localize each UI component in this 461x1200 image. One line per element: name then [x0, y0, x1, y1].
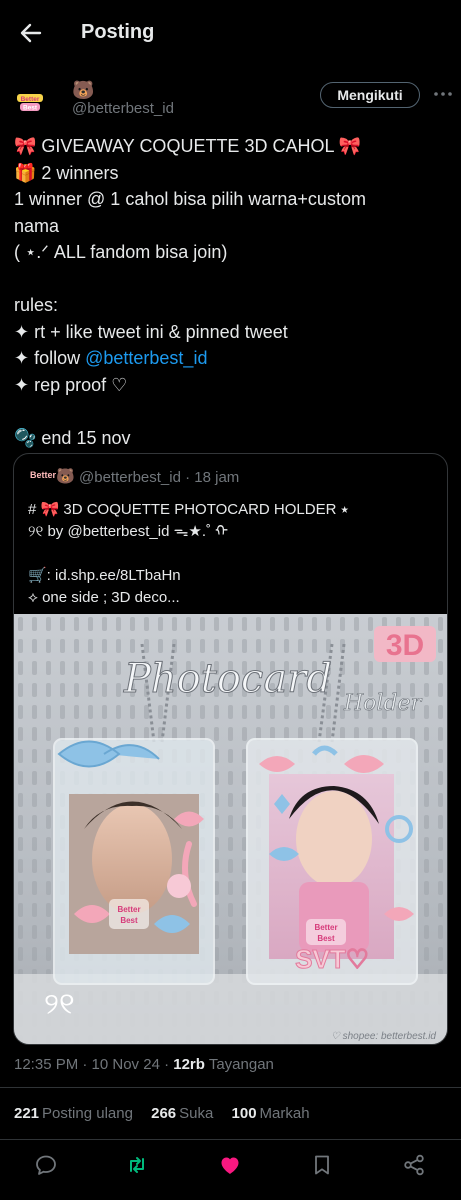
quote-line: # 🎀 3D COQUETTE PHOTOCARD HOLDER ⭑ — [28, 501, 349, 518]
author-handle[interactable]: @betterbest_id — [72, 100, 174, 117]
views-count: 12rb — [173, 1056, 205, 1073]
tweet-line: ✦ rep proof ♡ — [14, 374, 128, 395]
tweet-line: 🫧 end 15 nov — [14, 427, 131, 448]
card2-logo-text-2: Best — [317, 934, 335, 943]
tweet-line: 🎀 GIVEAWAY COQUETTE 3D CAHOL 🎀 — [14, 136, 362, 156]
reposts-stat[interactable]: 221 Posting ulang — [14, 1105, 133, 1122]
tweet-meta: 12:35 PM · 10 Nov 24 · 12rb Tayangan — [14, 1056, 274, 1073]
corner-mark-text: ୨୧ — [44, 987, 75, 1022]
tweet-line: 1 winner @ 1 cahol bisa pilih warna+cust… — [14, 189, 366, 209]
following-button[interactable]: Mengikuti — [320, 82, 420, 108]
like-icon[interactable] — [217, 1152, 243, 1178]
badge-3d-text: 3D — [386, 629, 424, 662]
quote-avatar[interactable]: Better — [30, 470, 56, 480]
avatar[interactable]: Better Best — [14, 86, 46, 118]
bookmarks-count: 100 — [231, 1105, 257, 1122]
page-title: Posting — [81, 21, 155, 43]
script-title-text: Photocard — [123, 656, 332, 702]
product-photo[interactable]: 3D Photocard Holder Better Best SVT♡ Bet… — [14, 614, 447, 1044]
quoted-tweet[interactable]: Better 🐻 @betterbest_id · 18 jam # 🎀 3D … — [13, 453, 448, 1045]
repost-icon[interactable] — [124, 1152, 150, 1178]
likes-label: Suka — [179, 1105, 214, 1122]
svt-text: SVT♡ — [295, 944, 369, 974]
tweet-spacer — [14, 398, 450, 425]
quote-text: # 🎀 3D COQUETTE PHOTOCARD HOLDER ⭑ ୨୧ by… — [28, 499, 438, 609]
likes-count: 266 — [151, 1105, 177, 1122]
views-label: Tayangan — [204, 1056, 274, 1073]
tweet-line: 🎁 2 winners — [14, 162, 119, 183]
tweet-stats: 221 Posting ulang 266 Suka 100 Markah — [14, 1105, 324, 1122]
avatar-logo-text-2: Best — [23, 105, 38, 112]
tweet-line: nama — [14, 215, 60, 236]
tweet-spacer — [14, 266, 450, 293]
card-logo-text-2: Best — [120, 916, 138, 925]
likes-stat[interactable]: 266 Suka — [151, 1105, 213, 1122]
tweet-line: ✦ rt + like tweet ini & pinned tweet — [14, 321, 288, 342]
card2-logo-text-1: Better — [314, 923, 337, 932]
share-icon[interactable] — [401, 1152, 427, 1178]
card-logo-text-1: Better — [117, 905, 140, 914]
top-bar: Posting — [0, 0, 461, 66]
quote-line: ⟡ one side ; 3D deco... — [28, 589, 180, 606]
more-options-icon[interactable] — [432, 82, 454, 106]
bookmark-icon[interactable] — [309, 1152, 335, 1178]
back-arrow-icon[interactable] — [18, 20, 44, 46]
tweet-text: 🎀 GIVEAWAY COQUETTE 3D CAHOL 🎀 🎁 2 winne… — [14, 133, 450, 451]
follow-rule-prefix: ✦ follow — [14, 348, 86, 368]
tweet-line: rules: — [14, 295, 59, 315]
quote-line: 🛒: id.shp.ee/8LTbaHn — [28, 567, 181, 584]
divider — [0, 1087, 461, 1088]
divider — [0, 1139, 461, 1140]
script-subtitle-text: Holder — [343, 691, 423, 716]
quote-name-emoji[interactable]: 🐻 — [56, 467, 75, 485]
quote-line: ୨୧ by @betterbest_id ᯓ★.˚ ᡣ — [28, 523, 229, 540]
tweet-line: ✦ follow @betterbest_id — [14, 345, 450, 372]
mention-link[interactable]: @betterbest_id — [85, 348, 207, 368]
avatar-logo-text-1: Better — [21, 96, 40, 103]
bookmarks-label: Markah — [259, 1105, 310, 1122]
watermark-text: ♡ shopee: betterbest.id — [331, 1031, 437, 1042]
author-name-emoji[interactable]: 🐻 — [72, 80, 94, 101]
timestamp[interactable]: 12:35 PM · 10 Nov 24 · — [14, 1056, 173, 1073]
quote-handle-time[interactable]: @betterbest_id · 18 jam — [79, 469, 239, 486]
quote-spacer — [28, 543, 438, 565]
reposts-count: 221 — [14, 1105, 40, 1122]
bookmarks-stat[interactable]: 100 Markah — [232, 1105, 310, 1122]
tweet-line: ( ⋆.ᐟ ALL fandom bisa join) — [14, 242, 228, 262]
reply-icon[interactable] — [33, 1152, 59, 1178]
reposts-label: Posting ulang — [42, 1105, 133, 1122]
